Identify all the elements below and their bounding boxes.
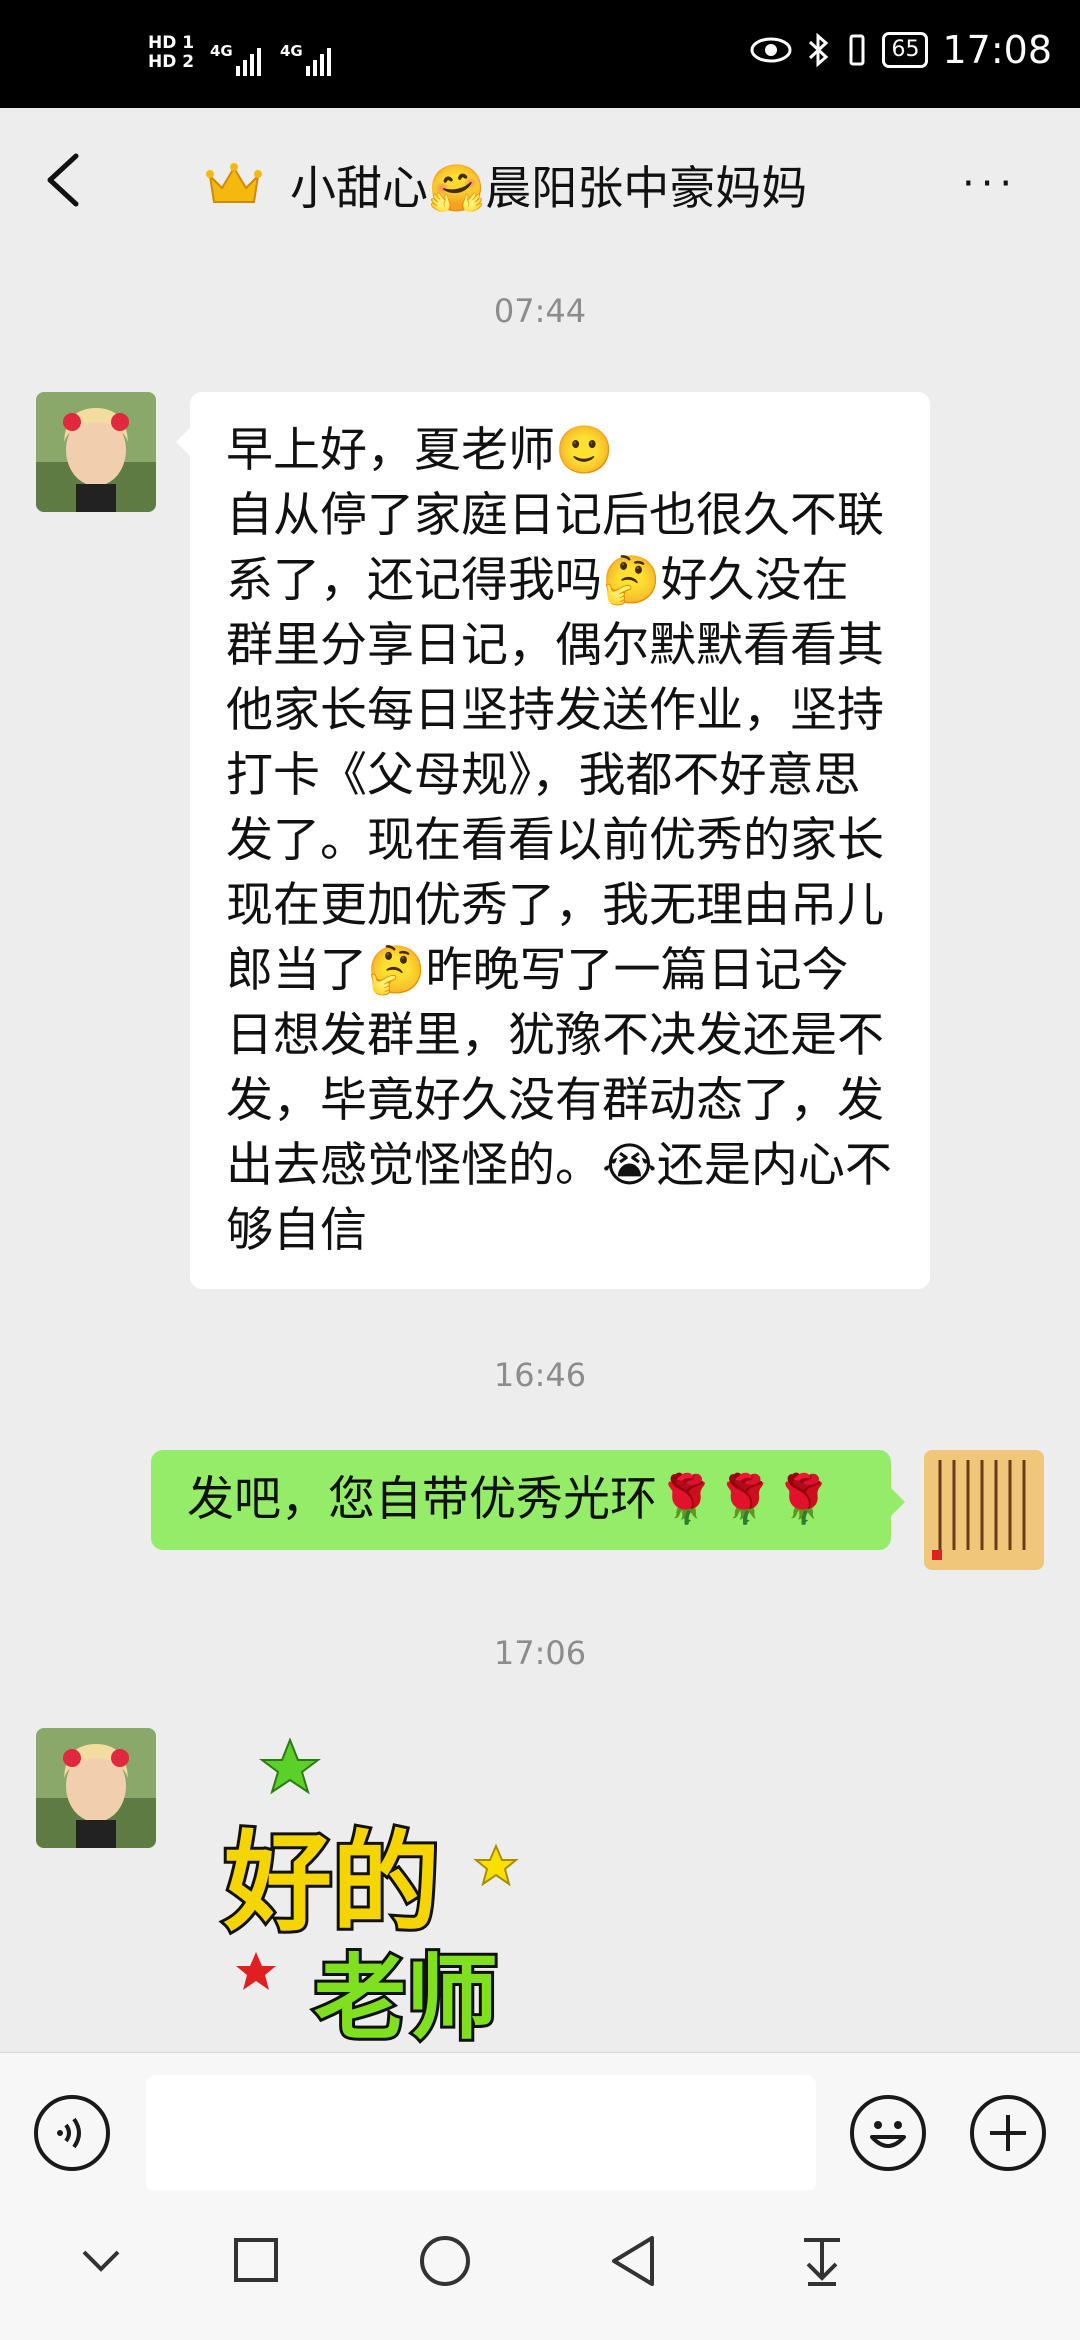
more-options-button[interactable]: ··· — [962, 164, 1018, 204]
net2-label: 4G — [280, 42, 303, 60]
recents-icon[interactable] — [232, 2236, 280, 2284]
clock: 17:08 — [942, 28, 1052, 72]
system-nav-bar — [0, 2190, 1080, 2340]
net1-label: 4G — [210, 42, 233, 60]
emoji-button[interactable] — [850, 2095, 926, 2171]
more-functions-button[interactable] — [970, 2095, 1046, 2171]
sticker-line2: 老师 — [314, 1945, 498, 2052]
back-arrow-icon[interactable] — [36, 148, 96, 212]
voice-button[interactable] — [34, 2095, 110, 2171]
sim1-label: HD 1 — [148, 33, 195, 53]
star-icon — [236, 1952, 276, 1990]
emoji-icon — [870, 2121, 906, 2148]
contact-avatar[interactable] — [36, 392, 156, 512]
crown-icon — [206, 163, 262, 203]
sim-indicators: HD 1 HD 2 — [148, 34, 194, 72]
star-icon — [473, 1843, 519, 1887]
chat-title: 小甜心🤗晨阳张中豪妈妈 — [290, 161, 808, 215]
home-icon[interactable] — [418, 2234, 472, 2288]
message-text: 早上好，夏老师🙂 自从停了家庭日记后也很久不联系了，还记得我吗🤔好久没在群里分享… — [226, 423, 892, 1258]
back-icon[interactable] — [608, 2234, 658, 2288]
chevron-down-icon[interactable] — [78, 2238, 124, 2284]
message-input[interactable] — [146, 2075, 816, 2193]
timestamp: 16:46 — [493, 1356, 587, 1394]
voice-icon — [57, 2117, 81, 2149]
timestamp: 17:06 — [493, 1634, 587, 1672]
timestamp: 07:44 — [493, 292, 587, 330]
bluetooth-icon — [809, 33, 829, 67]
my-avatar[interactable] — [924, 1450, 1044, 1570]
vibrate-icon — [849, 34, 865, 66]
sim2-label: HD 2 — [148, 52, 195, 72]
avatar-image — [36, 392, 156, 512]
chat-header: 小甜心🤗晨阳张中豪妈妈 ··· — [0, 108, 1080, 256]
sticker-line1: 好的 — [223, 1821, 440, 1946]
sticker-message[interactable]: 好的 老师 — [214, 1730, 544, 2052]
eye-icon — [750, 37, 792, 63]
calligraphy-avatar-image — [924, 1450, 1044, 1570]
plus-icon — [990, 2115, 1026, 2151]
message-text: 发吧，您自带优秀光环🌹🌹🌹 — [187, 1472, 833, 1527]
input-bar — [0, 2052, 1080, 2193]
notification-dropdown-icon[interactable] — [798, 2234, 846, 2288]
contact-avatar[interactable] — [36, 1728, 156, 1848]
battery-level: 65 — [882, 32, 929, 68]
signal-icon: 4G 4G — [210, 42, 331, 76]
avatar-image — [36, 1728, 156, 1848]
star-icon — [259, 1737, 321, 1795]
status-right: 65 17:08 — [750, 28, 1052, 72]
sent-message-bubble[interactable]: 发吧，您自带优秀光环🌹🌹🌹 — [151, 1450, 905, 1550]
received-message-bubble[interactable]: 早上好，夏老师🙂 自从停了家庭日记后也很久不联系了，还记得我吗🤔好久没在群里分享… — [176, 392, 930, 1289]
status-bar: HD 1 HD 2 4G 4G 65 17:08 — [0, 0, 1080, 108]
